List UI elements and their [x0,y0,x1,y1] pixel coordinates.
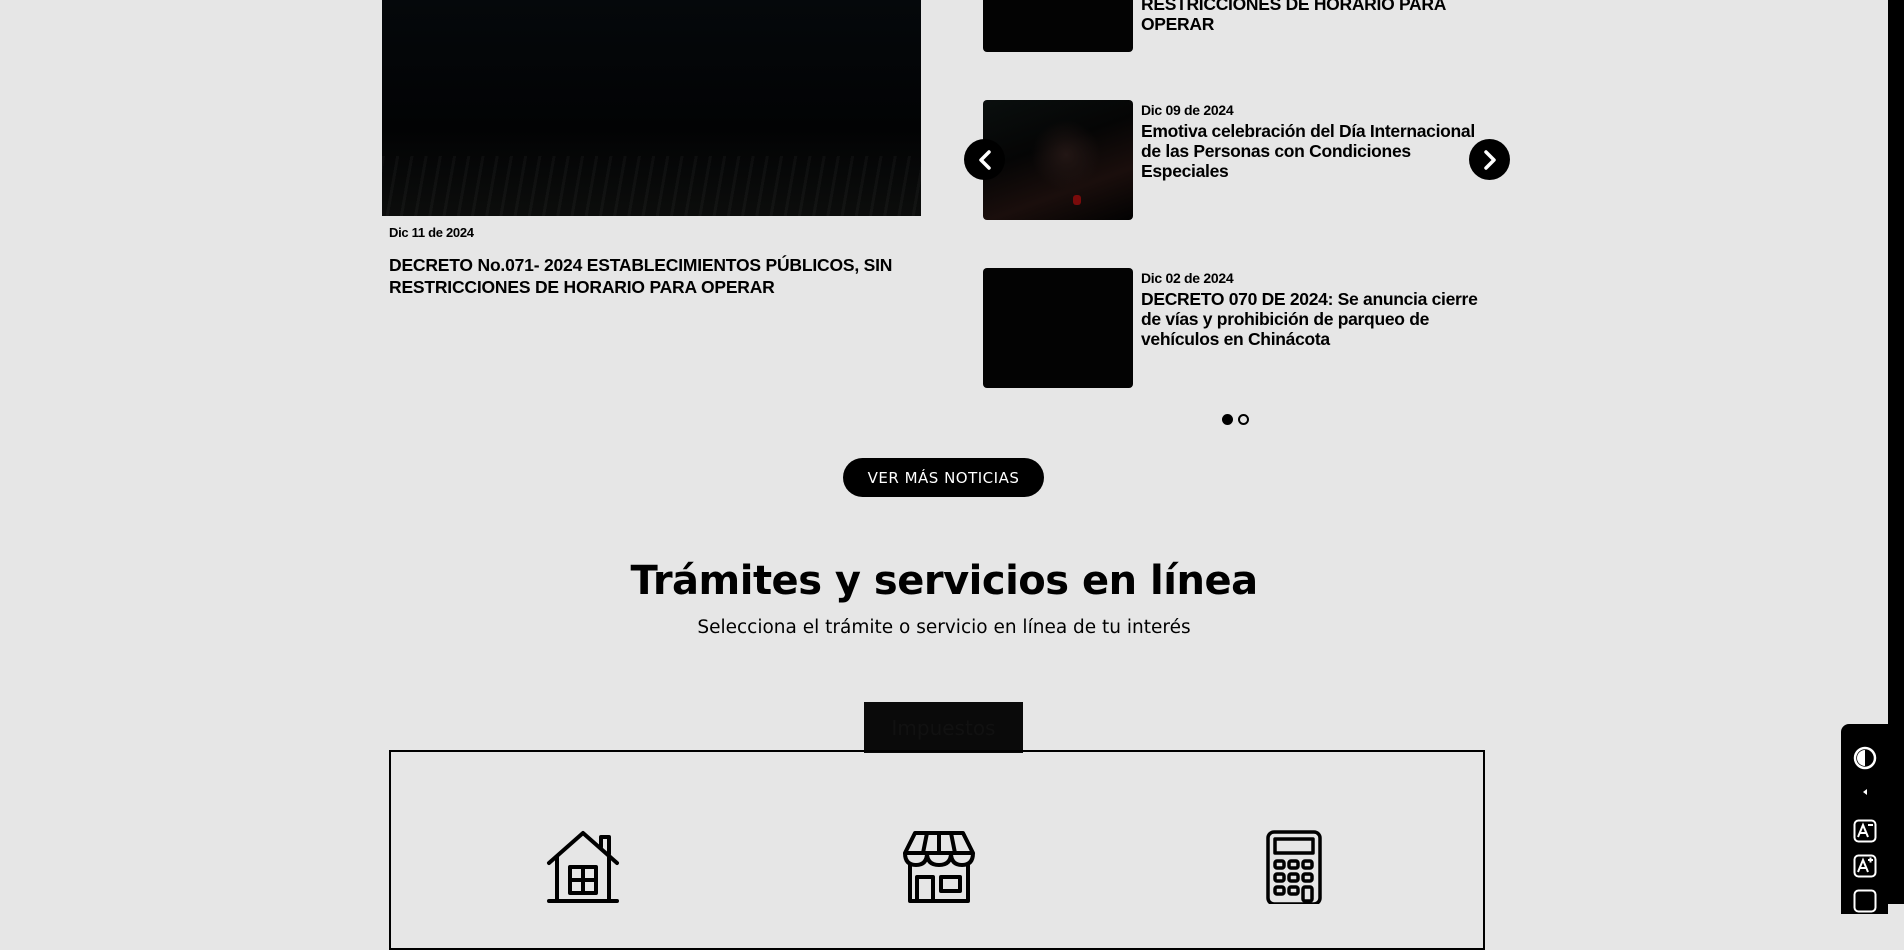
house-icon[interactable] [545,829,621,904]
carousel-dot[interactable] [1238,414,1249,425]
carousel-prev-button[interactable] [964,139,1005,180]
collapse-toolbar-button[interactable] [1853,780,1877,804]
collapse-arrow-icon [1863,789,1867,795]
increase-font-icon [1853,854,1877,878]
contrast-button[interactable] [1853,746,1877,770]
more-news-button[interactable]: VER MÁS NOTICIAS [843,458,1044,497]
services-section-title: Trámites y servicios en línea [630,558,1258,604]
carousel-dot-active[interactable] [1222,414,1233,425]
increase-font-button[interactable] [1853,854,1877,878]
featured-news-title[interactable]: DECRETO No.071- 2024 ESTABLECIMIENTOS PÚ… [389,254,929,298]
accessibility-more-icon [1853,889,1877,913]
calculator-icon[interactable] [1265,829,1323,904]
chevron-right-icon [1483,149,1496,170]
news-thumbnail[interactable] [983,268,1133,388]
news-title[interactable]: Emotiva celebración del Día Internaciona… [1141,121,1481,181]
chevron-left-icon [978,149,991,170]
decrease-font-button[interactable] [1853,819,1877,843]
news-title[interactable]: RESTRICCIONES DE HORARIO PARA OPERAR [1141,0,1481,34]
services-section-subtitle: Selecciona el trámite o servicio en líne… [697,617,1191,638]
accessibility-more-button[interactable] [1853,889,1877,913]
carousel-next-button[interactable] [1469,139,1510,180]
tab-impuestos[interactable]: Impuestos [864,702,1023,753]
page-right-edge [1888,0,1904,904]
news-thumbnail[interactable] [983,100,1133,220]
news-title[interactable]: DECRETO 070 DE 2024: Se anuncia cierre d… [1141,289,1496,349]
accessibility-toolbar [1841,724,1888,914]
decrease-font-icon [1853,819,1877,843]
contrast-icon [1853,746,1877,770]
featured-news-image[interactable] [382,0,921,216]
news-date: Dic 09 de 2024 [1141,102,1234,118]
featured-news-date: Dic 11 de 2024 [389,225,474,240]
news-date: Dic 02 de 2024 [1141,270,1234,286]
news-thumbnail[interactable] [983,0,1133,52]
store-icon[interactable] [901,829,977,904]
